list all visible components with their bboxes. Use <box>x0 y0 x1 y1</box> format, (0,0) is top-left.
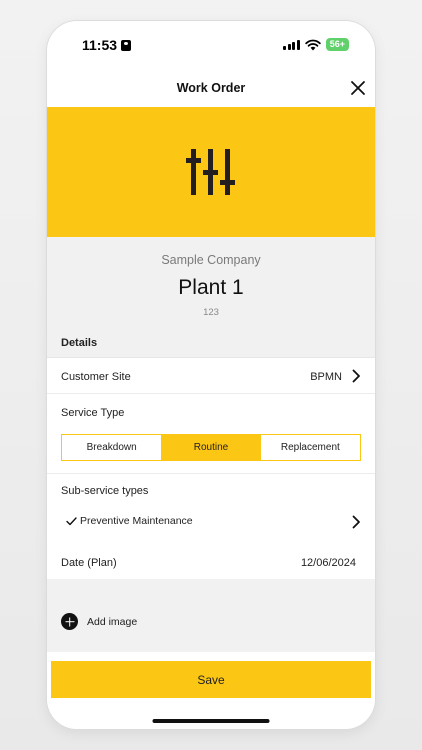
home-indicator <box>152 719 270 723</box>
add-image-button[interactable]: Add image <box>61 613 137 630</box>
service-type-label: Service Type <box>61 407 125 419</box>
plant-code: 123 <box>203 307 219 318</box>
chevron-right-icon <box>352 369 360 383</box>
details-card: Customer Site BPMN Service Type Breakdow… <box>47 357 375 579</box>
wifi-icon <box>305 39 321 50</box>
checkmark-icon <box>66 516 77 525</box>
page-title: Work Order <box>176 81 246 95</box>
footer: Save <box>47 652 375 729</box>
status-indicators: 56+ <box>283 38 349 51</box>
sub-service-label: Sub-service types <box>61 485 149 497</box>
details-section-title: Details <box>61 337 98 349</box>
company-header: Sample Company Plant 1 123 <box>47 237 375 327</box>
company-name: Sample Company <box>161 253 261 267</box>
nav-bar: Work Order <box>47 69 375 107</box>
plus-circle-icon <box>61 613 78 630</box>
sub-service-value: Preventive Maintenance <box>80 515 193 527</box>
sub-service-row[interactable]: Preventive Maintenance <box>47 509 375 535</box>
divider <box>47 473 375 474</box>
sliders-icon <box>186 149 235 195</box>
cellular-signal-icon <box>283 39 300 50</box>
plant-name: Plant 1 <box>178 276 244 299</box>
customer-site-row[interactable]: Customer Site BPMN <box>47 358 375 394</box>
contact-card-icon <box>121 39 132 51</box>
service-type-breakdown[interactable]: Breakdown <box>62 435 161 460</box>
save-button[interactable]: Save <box>51 661 371 698</box>
service-type-routine[interactable]: Routine <box>161 435 261 460</box>
status-time: 11:53 <box>82 37 132 53</box>
status-time-text: 11:53 <box>82 37 118 53</box>
close-icon[interactable] <box>347 77 369 99</box>
date-plan-label: Date (Plan) <box>61 557 117 569</box>
sub-service-selected: Preventive Maintenance <box>66 515 193 527</box>
customer-site-value: BPMN <box>310 371 342 383</box>
chevron-right-icon <box>352 515 360 529</box>
battery-icon: 56+ <box>325 38 349 51</box>
add-image-label: Add image <box>87 615 138 628</box>
hero-banner <box>47 107 375 237</box>
date-plan-value[interactable]: 12/06/2024 <box>301 557 356 569</box>
phone-screen: 11:53 56+ Work Order Sample Company Plan… <box>47 21 375 729</box>
service-type-selector: Breakdown Routine Replacement <box>61 434 361 461</box>
service-type-replacement[interactable]: Replacement <box>261 435 360 460</box>
customer-site-label: Customer Site <box>61 371 131 383</box>
status-bar: 11:53 56+ <box>47 21 375 69</box>
